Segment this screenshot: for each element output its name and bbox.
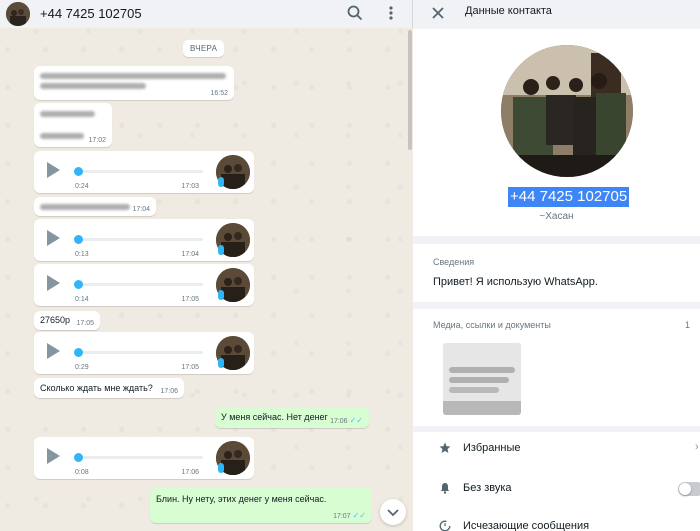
message-bubble[interactable]: 27650р 17:05: [34, 311, 100, 330]
scroll-down-button[interactable]: [380, 499, 406, 525]
voice-message[interactable]: 0:13 17:04: [34, 219, 254, 261]
chat-scrollbar[interactable]: [408, 30, 412, 150]
voice-duration: 0:14: [75, 296, 89, 303]
audio-progress-handle[interactable]: [74, 453, 83, 462]
voice-message[interactable]: 0:24 17:03: [34, 151, 254, 193]
chevron-down-icon: [387, 509, 399, 517]
contact-phone-number[interactable]: +44 7425 102705: [508, 187, 630, 207]
about-label: Сведения: [433, 257, 475, 267]
audio-progress-handle[interactable]: [74, 235, 83, 244]
bell-icon: [439, 482, 451, 494]
message-time: 17:05: [181, 364, 199, 371]
play-icon[interactable]: [47, 230, 60, 246]
disappearing-label: Исчезающие сообщения: [463, 520, 590, 531]
profile-card: +44 7425 102705 ~Хасан: [413, 29, 700, 236]
message-bubble[interactable]: 17:04: [34, 197, 156, 216]
starred-label: Избранные: [463, 442, 521, 454]
chat-contact-name[interactable]: +44 7425 102705: [40, 6, 142, 21]
toggle-knob: [679, 483, 691, 495]
search-icon[interactable]: [346, 4, 364, 22]
message-time: 17:06: [181, 469, 199, 476]
contact-push-name: ~Хасан: [539, 211, 574, 222]
voice-message[interactable]: 0:08 17:06: [34, 437, 254, 479]
chevron-right-icon: ›: [695, 441, 699, 453]
audio-progress-track[interactable]: [76, 456, 203, 459]
chat-panel: +44 7425 102705 ВЧЕРА 16:52 17:02 0:24 1…: [0, 0, 413, 531]
message-time: 17:04: [181, 251, 199, 258]
date-separator: ВЧЕРА: [183, 40, 225, 57]
mic-icon: [218, 177, 224, 187]
message-time: 16:52: [210, 90, 228, 97]
message-time: 17:05: [76, 320, 94, 327]
mute-row[interactable]: Без звука: [413, 472, 700, 510]
message-bubble[interactable]: 16:52: [34, 66, 234, 100]
starred-messages-row[interactable]: Избранные ›: [413, 432, 700, 470]
voice-duration: 0:08: [75, 469, 89, 476]
mute-label: Без звука: [463, 482, 512, 494]
outgoing-message[interactable]: Блин. Ну нету, этих денег у меня сейчас.…: [150, 488, 372, 523]
voice-duration: 0:29: [75, 364, 89, 371]
about-text: Привет! Я использую WhatsApp.: [433, 276, 598, 288]
media-label[interactable]: Медиа, ссылки и документы: [433, 320, 551, 330]
disappearing-messages-row[interactable]: Исчезающие сообщения: [413, 510, 700, 531]
mic-icon: [218, 463, 224, 473]
audio-progress-handle[interactable]: [74, 348, 83, 357]
contact-info-panel: Данные контакта +44 7425 102705 ~Хасан С…: [413, 0, 700, 531]
voice-message[interactable]: 0:14 17:05: [34, 264, 254, 306]
media-thumbnail[interactable]: [443, 343, 521, 415]
audio-progress-track[interactable]: [76, 170, 203, 173]
avatar[interactable]: [6, 2, 30, 26]
mic-icon: [218, 358, 224, 368]
redacted-text: [40, 204, 130, 210]
timer-icon: [439, 520, 451, 531]
message-time: 17:05: [181, 296, 199, 303]
media-count[interactable]: 1: [685, 320, 690, 330]
message-time: 17:07 ✓✓: [333, 511, 366, 520]
redacted-text: [40, 83, 146, 89]
read-receipt-icon: ✓✓: [349, 416, 363, 425]
audio-progress-track[interactable]: [76, 283, 203, 286]
outgoing-message[interactable]: У меня сейчас. Нет денег 17:06 ✓✓: [215, 407, 369, 428]
message-text: У меня сейчас. Нет денег: [221, 412, 328, 422]
message-text: 27650р: [40, 315, 71, 325]
voice-duration: 0:13: [75, 251, 89, 258]
mic-icon: [218, 290, 224, 300]
message-bubble[interactable]: 17:02: [34, 103, 112, 147]
audio-progress-track[interactable]: [76, 238, 203, 241]
play-icon[interactable]: [47, 448, 60, 464]
play-icon[interactable]: [47, 343, 60, 359]
read-receipt-icon: ✓✓: [352, 511, 366, 520]
about-section: Сведения Привет! Я использую WhatsApp.: [413, 244, 700, 302]
play-icon[interactable]: [47, 275, 60, 291]
redacted-text: [40, 73, 226, 79]
media-section[interactable]: Медиа, ссылки и документы 1: [413, 309, 700, 426]
profile-photo[interactable]: [501, 45, 633, 177]
redacted-text: [40, 111, 95, 117]
voice-message[interactable]: 0:29 17:05: [34, 332, 254, 374]
audio-progress-track[interactable]: [76, 351, 203, 354]
message-time: 17:03: [181, 183, 199, 190]
mic-icon: [218, 245, 224, 255]
message-time: 17:04: [132, 206, 150, 213]
mute-toggle[interactable]: [678, 482, 700, 496]
message-time: 17:02: [88, 137, 106, 144]
voice-duration: 0:24: [75, 183, 89, 190]
contact-info-header: Данные контакта: [413, 0, 700, 28]
message-time: 17:06: [160, 388, 178, 395]
message-time: 17:06 ✓✓: [330, 416, 363, 425]
chat-header[interactable]: +44 7425 102705: [0, 0, 413, 28]
message-bubble[interactable]: Сколько ждать мне ждать? 17:06: [34, 378, 184, 398]
message-text: Сколько ждать мне ждать?: [40, 383, 153, 393]
menu-icon[interactable]: [382, 4, 400, 22]
play-icon[interactable]: [47, 162, 60, 178]
message-text: Блин. Ну нету, этих денег у меня сейчас.: [156, 494, 327, 504]
audio-progress-handle[interactable]: [74, 167, 83, 176]
star-icon: [439, 442, 451, 454]
close-icon[interactable]: [428, 3, 448, 23]
actions-section: Избранные › Без звука Исчезающие сообщен…: [413, 432, 700, 531]
redacted-text: [40, 133, 84, 139]
audio-progress-handle[interactable]: [74, 280, 83, 289]
contact-info-title: Данные контакта: [465, 5, 552, 17]
